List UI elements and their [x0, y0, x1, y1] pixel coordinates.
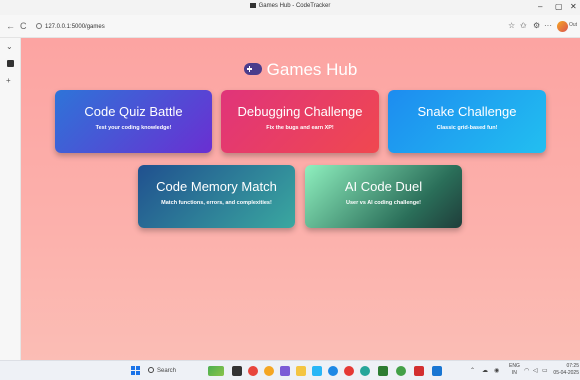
card-code-memory-match[interactable]: Code Memory Match Match functions, error…: [138, 165, 295, 228]
card-title: Debugging Challenge: [237, 104, 363, 119]
vscode-icon[interactable]: [432, 366, 442, 376]
tab-thumbnail-icon[interactable]: [7, 60, 14, 67]
card-title: Snake Challenge: [417, 104, 517, 119]
refresh-button[interactable]: C: [20, 20, 27, 32]
volume-icon[interactable]: ◁: [533, 366, 538, 376]
profile-label: Out: [569, 22, 578, 28]
minimize-button[interactable]: –: [538, 2, 542, 12]
language-indicator[interactable]: ENG IN: [509, 363, 520, 377]
chevron-up-icon[interactable]: ⌃: [470, 366, 475, 376]
more-icon[interactable]: ···: [544, 20, 552, 32]
address-bar: ← C 127.0.0.1:5000/games ☆ ✩ ⚙ ··· Out: [0, 15, 580, 38]
file-explorer-icon[interactable]: [296, 366, 306, 376]
taskbar-search[interactable]: Search: [148, 366, 176, 376]
maximize-button[interactable]: ▢: [555, 2, 563, 12]
battery-icon[interactable]: ▭: [542, 366, 548, 376]
defender-icon[interactable]: ◉: [494, 366, 499, 376]
url-field[interactable]: 127.0.0.1:5000/games: [36, 21, 496, 33]
photos-icon[interactable]: [264, 366, 274, 376]
widgets-icon[interactable]: [208, 366, 224, 376]
chevron-down-icon[interactable]: ⌄: [6, 42, 13, 51]
gamepad-icon: [243, 63, 262, 75]
card-title: Code Memory Match: [156, 179, 277, 194]
task-view-icon[interactable]: [232, 366, 242, 376]
profile-avatar[interactable]: [557, 21, 568, 32]
card-code-quiz-battle[interactable]: Code Quiz Battle Test your coding knowle…: [55, 90, 212, 153]
whatsapp-icon[interactable]: [396, 366, 406, 376]
back-button[interactable]: ←: [6, 20, 15, 32]
sheets-icon[interactable]: [378, 366, 388, 376]
card-snake-challenge[interactable]: Snake Challenge Classic grid-based fun!: [388, 90, 546, 153]
opera-icon[interactable]: [344, 366, 354, 376]
games-hub-page: Games Hub Code Quiz Battle Test your cod…: [21, 38, 580, 360]
card-debugging-challenge[interactable]: Debugging Challenge Fix the bugs and ear…: [221, 90, 379, 153]
taskbar: Search ⌃ ☁ ◉ ENG IN ◠ ◁ ▭ 07:25 05-04-20…: [0, 360, 580, 380]
mail-icon[interactable]: [414, 366, 424, 376]
wifi-icon[interactable]: ◠: [524, 366, 529, 376]
windows-start-icon[interactable]: [131, 366, 141, 376]
tab-icon: [249, 3, 256, 8]
teams-icon[interactable]: [280, 366, 290, 376]
card-title: Code Quiz Battle: [84, 104, 183, 119]
store-icon[interactable]: [312, 366, 322, 376]
card-ai-code-duel[interactable]: AI Code Duel User vs AI coding challenge…: [305, 165, 462, 228]
site-info-icon[interactable]: [36, 23, 42, 29]
page-title: Games Hub: [21, 60, 580, 80]
extensions-icon[interactable]: ⚙: [533, 20, 540, 32]
browser-side-rail: ⌄ +: [0, 38, 21, 360]
card-subtitle: Match functions, errors, and complexitie…: [161, 200, 272, 206]
favorites-icon[interactable]: ✩: [520, 20, 527, 32]
add-icon[interactable]: +: [6, 76, 11, 85]
card-subtitle: Classic grid-based fun!: [436, 125, 498, 131]
card-subtitle: Fix the bugs and earn XP!: [266, 125, 334, 131]
cloud-icon[interactable]: ☁: [482, 366, 488, 376]
window-title: Games Hub - CodeTracker: [0, 3, 580, 9]
close-button[interactable]: ✕: [570, 2, 577, 12]
card-subtitle: User vs AI coding challenge!: [346, 200, 421, 206]
clock[interactable]: 07:25 05-04-2025: [553, 363, 579, 377]
edge-icon[interactable]: [328, 366, 338, 376]
card-title: AI Code Duel: [344, 179, 423, 194]
chrome-icon[interactable]: [248, 366, 258, 376]
app-icon[interactable]: [360, 366, 370, 376]
window-title-bar: Games Hub - CodeTracker – ▢ ✕: [0, 0, 580, 15]
card-subtitle: Test your coding knowledge!: [95, 125, 172, 131]
star-icon[interactable]: ☆: [508, 20, 515, 32]
search-icon: [148, 367, 154, 373]
